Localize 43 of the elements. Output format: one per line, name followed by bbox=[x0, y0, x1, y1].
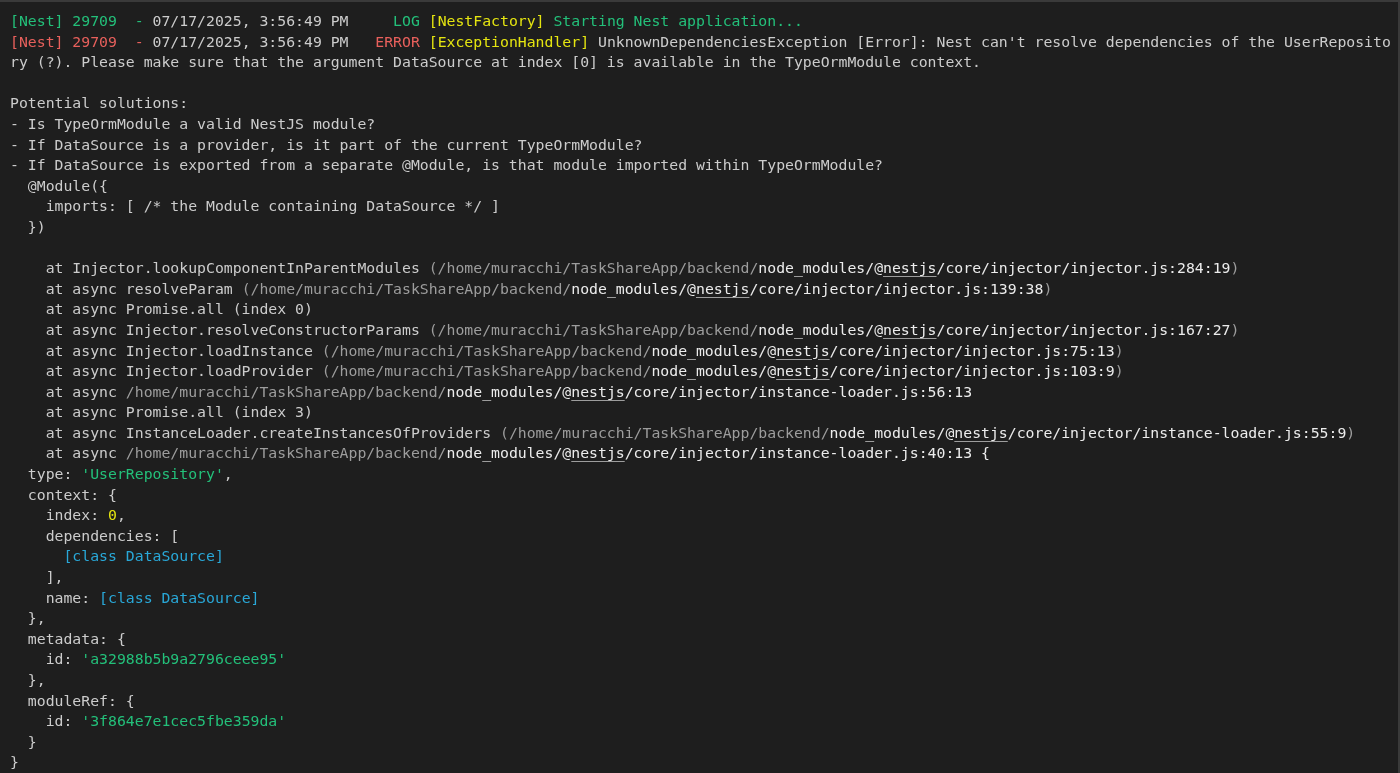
path-link[interactable]: nestjs bbox=[776, 341, 830, 359]
log-line: - If DataSource is exported from a separate @Module, is that module imported within TypeOrmModule? bbox=[10, 155, 884, 176]
log-line: dependencies: [ bbox=[44, 525, 180, 546]
path-link[interactable]: nestjs bbox=[954, 423, 1008, 441]
log-line: at async Injector.resolveConstructorParams (/home/muracchi/TaskShareApp/backend/node_modules/@nestjs/core/injector/injector.js:167:27) bbox=[44, 319, 1240, 341]
log-line: at Injector.lookupComponentInParentModules (/home/muracchi/TaskShareApp/backend/node_modules/@nestjs/core/injector/injector.js:284:19) bbox=[44, 258, 1240, 279]
log-line: type: 'UserRepository', bbox=[26, 464, 233, 485]
log-line: metadata: { bbox=[26, 628, 126, 649]
path-link[interactable]: nestjs bbox=[571, 382, 625, 400]
log-line: } bbox=[10, 752, 19, 773]
log-line: - Is TypeOrmModule a valid NestJS module? bbox=[10, 113, 376, 134]
log-line: Potential solutions: bbox=[10, 93, 189, 114]
log-line: id: 'a32988b5b9a2796ceee95' bbox=[44, 649, 287, 670]
log-line: at async resolveParam (/home/muracchi/TaskShareApp/backend/node_modules/@nestjs/core/injector/injector.js:139:38) bbox=[44, 278, 1053, 300]
log-line: at async Injector.loadInstance (/home/muracchi/TaskShareApp/backend/node_modules/@nestjs/core/injector/injector.js:75:13) bbox=[44, 340, 1124, 362]
log-line: @Module({ bbox=[26, 175, 108, 196]
log-line: ], bbox=[44, 567, 64, 588]
log-line: at async /home/muracchi/TaskShareApp/backend/node_modules/@nestjs/core/injector/instance-loader.js:40:13 { bbox=[44, 443, 990, 464]
log-line: id: '3f864e7e1cec5fbe359da' bbox=[44, 711, 287, 732]
log-line: context: { bbox=[26, 484, 117, 505]
log-line: imports: [ /* the Module containing DataSource */ ] bbox=[44, 196, 500, 217]
log-line: at async /home/muracchi/TaskShareApp/backend/node_modules/@nestjs/core/injector/instance-loader.js:56:13 bbox=[44, 381, 973, 403]
path-link[interactable]: nestjs bbox=[776, 362, 830, 380]
log-line: [Nest] 29709 - 07/17/2025, 3:56:49 PM ERROR [ExceptionHandler] UnknownDependenciesException [Error]: Nest can't resolve dependencies of the UserReposito bbox=[10, 31, 1391, 52]
log-line: [Nest] 29709 - 07/17/2025, 3:56:49 PM LOG [NestFactory] Starting Nest application... bbox=[10, 11, 803, 31]
log-line: at async Injector.loadProvider (/home/muracchi/TaskShareApp/backend/node_modules/@nestjs/core/injector/injector.js:103:9) bbox=[44, 361, 1124, 382]
path-link[interactable]: nestjs bbox=[883, 320, 937, 338]
path-link[interactable]: nestjs bbox=[883, 259, 937, 277]
log-line: [class DataSource] bbox=[62, 546, 224, 567]
log-line: - If DataSource is a provider, is it part of the current TypeOrmModule? bbox=[10, 134, 643, 155]
log-line: }, bbox=[26, 608, 46, 629]
log-line: }, bbox=[26, 670, 46, 690]
log-line: at async Promise.all (index 3) bbox=[44, 402, 313, 423]
log-line: at async InstanceLoader.createInstancesOfProviders (/home/muracchi/TaskShareApp/backend/node_modules/@nestjs/core/injector/instance-loader.js:55:9) bbox=[44, 422, 1356, 444]
log-line: index: 0, bbox=[44, 505, 126, 526]
log-line: }) bbox=[26, 216, 46, 237]
log-line: name: [class DataSource] bbox=[44, 587, 260, 608]
path-link[interactable]: nestjs bbox=[571, 444, 625, 462]
path-link[interactable]: nestjs bbox=[695, 279, 750, 297]
log-line: moduleRef: { bbox=[26, 690, 135, 711]
log-line: } bbox=[26, 731, 37, 752]
log-line: ry (?). Please make sure that the argument DataSource at index [0] is available in the TypeOrmModule context. bbox=[10, 52, 982, 73]
log-line: at async Promise.all (index 0) bbox=[44, 299, 313, 320]
